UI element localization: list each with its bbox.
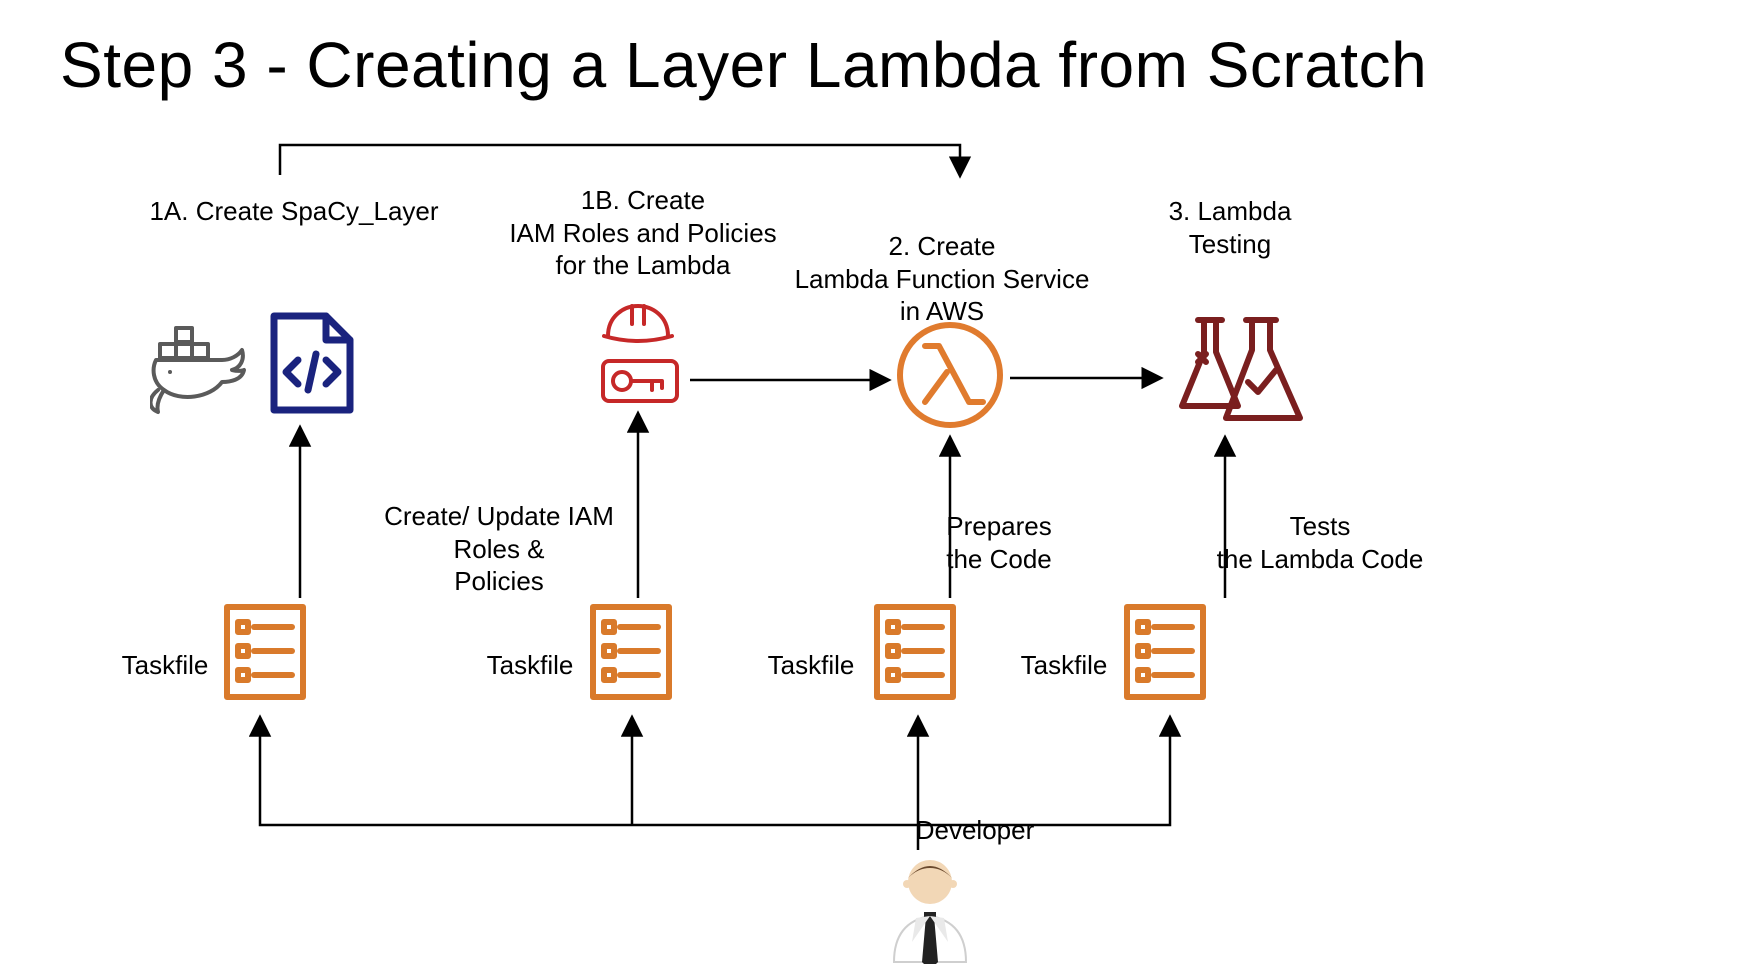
docker-icon: [150, 320, 260, 415]
step-2-label: 2. CreateLambda Function Servicein AWS: [792, 230, 1092, 328]
developer-person-icon: [880, 854, 980, 964]
prepare-code-label: Preparesthe Code: [909, 510, 1089, 575]
testing-flasks-icon: [1168, 310, 1308, 430]
taskfile-4-label: Taskfile: [1014, 649, 1114, 682]
taskfile-1-label: Taskfile: [115, 649, 215, 682]
arrows-layer: [0, 0, 1748, 962]
page-title: Step 3 - Creating a Layer Lambda from Sc…: [60, 28, 1427, 102]
diagram-canvas: Step 3 - Creating a Layer Lambda from Sc…: [0, 0, 1748, 962]
code-file-icon: [262, 310, 362, 420]
taskfile-1-icon: [222, 602, 308, 702]
taskfile-2-icon: [588, 602, 674, 702]
taskfile-3-label: Taskfile: [761, 649, 861, 682]
taskfile-3-icon: [872, 602, 958, 702]
taskfile-2-label: Taskfile: [480, 649, 580, 682]
lambda-icon: [895, 320, 1005, 430]
step-3-label: 3. LambdaTesting: [1100, 195, 1360, 260]
step-1b-label: 1B. CreateIAM Roles and Policiesfor the …: [493, 184, 793, 282]
iam-helmet-icon: [602, 300, 674, 350]
key-badge-icon: [600, 358, 680, 404]
taskfile-4-icon: [1122, 602, 1208, 702]
step-1a-label: 1A. Create SpaCy_Layer: [144, 195, 444, 228]
tests-code-label: Teststhe Lambda Code: [1190, 510, 1450, 575]
iam-note-label: Create/ Update IAMRoles &Policies: [359, 500, 639, 598]
developer-label: Developer: [900, 814, 1050, 847]
